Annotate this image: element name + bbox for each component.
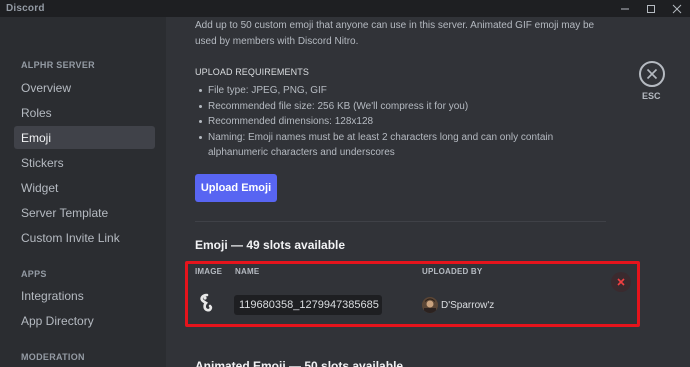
sidebar-item-stickers[interactable]: Stickers bbox=[14, 151, 155, 174]
delete-emoji-button[interactable] bbox=[611, 272, 631, 292]
emoji-settings-panel: Add up to 50 custom emoji that anyone ca… bbox=[166, 17, 690, 367]
animated-emoji-heading: Animated Emoji — 50 slots available bbox=[195, 359, 404, 367]
sidebar-item-widget[interactable]: Widget bbox=[14, 176, 155, 199]
emoji-name-field[interactable]: 119680358_1279947385685 bbox=[234, 295, 382, 315]
upload-emoji-button[interactable]: Upload Emoji bbox=[195, 174, 277, 202]
divider bbox=[195, 221, 606, 222]
close-icon bbox=[617, 278, 625, 286]
sidebar-item-server-template[interactable]: Server Template bbox=[14, 201, 155, 224]
minimize-icon[interactable] bbox=[612, 0, 638, 17]
emoji-slots-heading: Emoji — 49 slots available bbox=[195, 238, 346, 252]
avatar bbox=[422, 297, 438, 313]
requirement-item: File type: JPEG, PNG, GIF bbox=[195, 83, 605, 99]
title-bar: Discord bbox=[0, 0, 690, 17]
settings-sidebar: ALPHR SERVER Overview Roles Emoji Sticke… bbox=[0, 17, 166, 367]
emoji-intro-text: Add up to 50 custom emoji that anyone ca… bbox=[195, 20, 595, 47]
requirement-item: Naming: Emoji names must be at least 2 c… bbox=[195, 130, 605, 161]
section-header-apps: APPS bbox=[21, 269, 47, 279]
maximize-icon[interactable] bbox=[638, 0, 664, 17]
close-settings-button[interactable] bbox=[639, 61, 665, 87]
close-window-icon[interactable] bbox=[664, 0, 690, 17]
sidebar-item-overview[interactable]: Overview bbox=[14, 76, 155, 99]
section-header-server: ALPHR SERVER bbox=[21, 60, 95, 70]
sidebar-item-custom-invite-link[interactable]: Custom Invite Link bbox=[14, 226, 155, 249]
sidebar-item-integrations[interactable]: Integrations bbox=[14, 284, 155, 307]
requirements-list: File type: JPEG, PNG, GIF Recommended fi… bbox=[195, 83, 605, 161]
close-icon bbox=[646, 68, 658, 80]
section-header-moderation: MODERATION bbox=[21, 352, 85, 362]
uploader-name: D'Sparrow'z bbox=[441, 299, 495, 311]
sidebar-item-emoji[interactable]: Emoji bbox=[14, 126, 155, 149]
requirement-item: Recommended file size: 256 KB (We'll com… bbox=[195, 99, 605, 115]
requirement-item: Recommended dimensions: 128x128 bbox=[195, 114, 605, 130]
emoji-row-highlight bbox=[185, 261, 640, 327]
sidebar-item-roles[interactable]: Roles bbox=[14, 101, 155, 124]
window-controls bbox=[612, 0, 690, 17]
hook-emoji-icon bbox=[198, 293, 216, 313]
uploader-info: D'Sparrow'z bbox=[422, 297, 494, 313]
upload-requirements-title: UPLOAD REQUIREMENTS bbox=[195, 67, 309, 77]
window-title: Discord bbox=[6, 3, 45, 14]
esc-label: ESC bbox=[642, 91, 661, 101]
sidebar-item-app-directory[interactable]: App Directory bbox=[14, 309, 155, 332]
